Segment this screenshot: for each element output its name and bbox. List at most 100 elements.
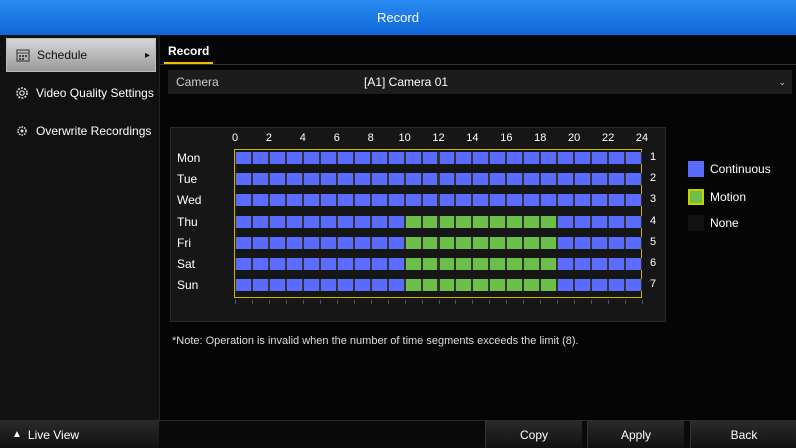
continuous-segment[interactable]	[609, 194, 625, 207]
motion-segment[interactable]	[541, 258, 557, 270]
continuous-segment[interactable]	[626, 258, 641, 270]
continuous-segment[interactable]	[354, 236, 370, 249]
continuous-segment[interactable]	[320, 236, 336, 249]
continuous-segment[interactable]	[592, 194, 608, 207]
motion-segment[interactable]	[541, 279, 557, 292]
sidebar-item-video-quality[interactable]: Video Quality Settings	[6, 76, 156, 110]
day-row[interactable]	[235, 173, 642, 186]
continuous-segment[interactable]	[371, 279, 387, 292]
continuous-segment[interactable]	[371, 258, 387, 270]
continuous-segment[interactable]	[371, 152, 387, 164]
continuous-segment[interactable]	[303, 173, 319, 186]
continuous-segment[interactable]	[626, 215, 641, 228]
legend-continuous[interactable]: Continuous	[688, 161, 771, 177]
day-row[interactable]	[235, 194, 642, 207]
continuous-segment[interactable]	[320, 279, 336, 292]
continuous-segment[interactable]	[337, 194, 353, 207]
continuous-segment[interactable]	[507, 173, 523, 186]
motion-segment[interactable]	[490, 258, 506, 270]
continuous-segment[interactable]	[236, 152, 251, 164]
continuous-segment[interactable]	[371, 236, 387, 249]
continuous-segment[interactable]	[286, 194, 302, 207]
continuous-segment[interactable]	[456, 173, 472, 186]
continuous-segment[interactable]	[269, 194, 285, 207]
continuous-segment[interactable]	[320, 215, 336, 228]
continuous-segment[interactable]	[439, 152, 455, 164]
motion-segment[interactable]	[473, 236, 489, 249]
continuous-segment[interactable]	[490, 194, 506, 207]
continuous-segment[interactable]	[354, 173, 370, 186]
continuous-segment[interactable]	[405, 173, 421, 186]
motion-segment[interactable]	[490, 236, 506, 249]
continuous-segment[interactable]	[303, 215, 319, 228]
day-row[interactable]	[235, 152, 642, 164]
continuous-segment[interactable]	[626, 152, 641, 164]
motion-segment[interactable]	[439, 236, 455, 249]
legend-none[interactable]: None	[688, 215, 739, 231]
day-row[interactable]	[235, 236, 642, 249]
continuous-segment[interactable]	[575, 279, 591, 292]
continuous-segment[interactable]	[422, 173, 438, 186]
schedule-grid[interactable]: 0 2 4 6 8 10 12 14 16 18 20 22 24 Mon 1 Tue 2 Wed 3 Thu 4 Fri…	[170, 127, 666, 322]
motion-segment[interactable]	[456, 236, 472, 249]
continuous-segment[interactable]	[388, 279, 404, 292]
motion-segment[interactable]	[473, 215, 489, 228]
continuous-segment[interactable]	[236, 173, 251, 186]
motion-segment[interactable]	[490, 279, 506, 292]
continuous-segment[interactable]	[354, 152, 370, 164]
continuous-segment[interactable]	[337, 279, 353, 292]
continuous-segment[interactable]	[337, 236, 353, 249]
continuous-segment[interactable]	[371, 194, 387, 207]
motion-segment[interactable]	[507, 215, 523, 228]
continuous-segment[interactable]	[252, 152, 268, 164]
motion-segment[interactable]	[405, 215, 421, 228]
continuous-segment[interactable]	[269, 215, 285, 228]
continuous-segment[interactable]	[592, 173, 608, 186]
continuous-segment[interactable]	[388, 236, 404, 249]
motion-segment[interactable]	[456, 279, 472, 292]
continuous-segment[interactable]	[626, 279, 641, 292]
continuous-segment[interactable]	[609, 215, 625, 228]
motion-segment[interactable]	[439, 215, 455, 228]
continuous-segment[interactable]	[286, 258, 302, 270]
continuous-segment[interactable]	[354, 279, 370, 292]
continuous-segment[interactable]	[473, 194, 489, 207]
continuous-segment[interactable]	[388, 215, 404, 228]
continuous-segment[interactable]	[269, 152, 285, 164]
motion-segment[interactable]	[507, 279, 523, 292]
continuous-segment[interactable]	[558, 194, 574, 207]
continuous-segment[interactable]	[236, 258, 251, 270]
continuous-segment[interactable]	[524, 194, 540, 207]
motion-segment[interactable]	[524, 258, 540, 270]
motion-segment[interactable]	[439, 258, 455, 270]
motion-segment[interactable]	[405, 236, 421, 249]
motion-segment[interactable]	[524, 236, 540, 249]
continuous-segment[interactable]	[286, 215, 302, 228]
continuous-segment[interactable]	[252, 258, 268, 270]
live-view-button[interactable]: ▲ Live View	[0, 421, 159, 448]
continuous-segment[interactable]	[405, 194, 421, 207]
motion-segment[interactable]	[541, 215, 557, 228]
motion-segment[interactable]	[422, 279, 438, 292]
day-row[interactable]	[235, 215, 642, 228]
continuous-segment[interactable]	[490, 152, 506, 164]
continuous-segment[interactable]	[286, 279, 302, 292]
motion-segment[interactable]	[405, 279, 421, 292]
continuous-segment[interactable]	[320, 194, 336, 207]
continuous-segment[interactable]	[541, 173, 557, 186]
continuous-segment[interactable]	[320, 173, 336, 186]
continuous-segment[interactable]	[371, 215, 387, 228]
continuous-segment[interactable]	[286, 173, 302, 186]
tab-record[interactable]: Record	[164, 40, 214, 64]
sidebar-item-overwrite[interactable]: Overwrite Recordings	[6, 114, 156, 148]
legend-motion[interactable]: Motion	[688, 189, 746, 205]
motion-segment[interactable]	[507, 236, 523, 249]
continuous-segment[interactable]	[236, 215, 251, 228]
continuous-segment[interactable]	[626, 194, 641, 207]
continuous-segment[interactable]	[575, 173, 591, 186]
day-row[interactable]	[235, 279, 642, 292]
continuous-segment[interactable]	[558, 173, 574, 186]
continuous-segment[interactable]	[252, 194, 268, 207]
motion-segment[interactable]	[422, 258, 438, 270]
continuous-segment[interactable]	[286, 236, 302, 249]
